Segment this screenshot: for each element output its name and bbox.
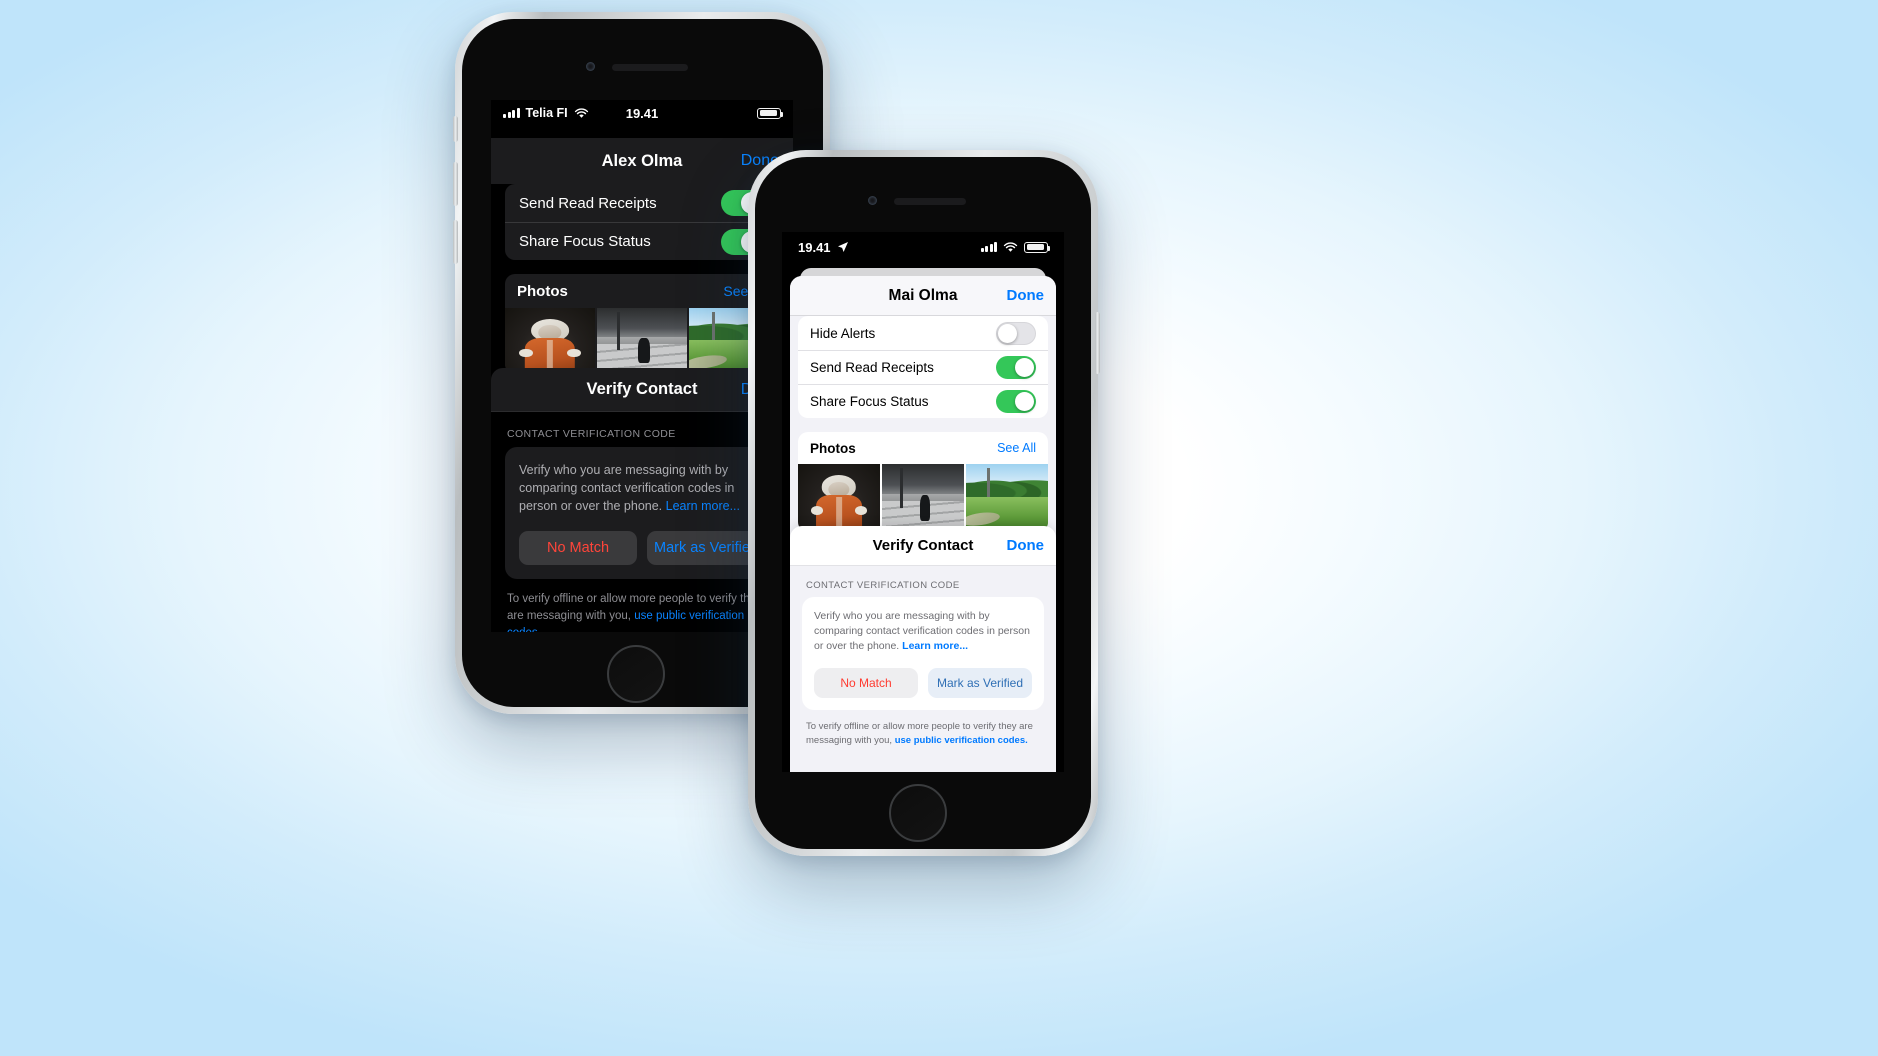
scene-background: Telia FI 19.41 Alex Olma Done Send Read … <box>0 0 1878 1056</box>
front-sheet-navbar: Verify Contact Done <box>790 526 1056 566</box>
front-see-all-button[interactable]: See All <box>997 441 1036 455</box>
back-phone-mute-switch[interactable] <box>453 116 458 142</box>
send-read-receipts-toggle[interactable] <box>996 356 1036 379</box>
back-phone-front-camera <box>586 62 595 71</box>
front-phone-front-camera <box>868 196 877 205</box>
front-verification-actions: No Match Mark as Verified <box>814 667 1032 698</box>
front-row-label: Hide Alerts <box>810 325 876 341</box>
photo-thumbnail-stairs[interactable] <box>882 464 964 532</box>
back-phone-home-button[interactable] <box>607 645 665 703</box>
mark-as-verified-button[interactable]: Mark as Verified <box>928 667 1032 698</box>
learn-more-link[interactable]: Learn more... <box>902 640 968 652</box>
photo-thumbnail-stairs[interactable] <box>597 308 687 374</box>
front-public-codes-footnote: To verify offline or allow more people t… <box>806 720 1033 746</box>
back-navbar: Alex Olma Done <box>491 138 793 184</box>
back-verification-actions: No Match Mark as Verified <box>519 531 765 566</box>
front-row-hide-alerts[interactable]: Hide Alerts <box>798 316 1048 350</box>
front-status-bar: 19.41 <box>782 232 1064 262</box>
front-photos-section: Photos See All <box>798 432 1048 532</box>
front-row-label: Send Read Receipts <box>810 360 934 375</box>
front-sheet-body: CONTACT VERIFICATION CODE Verify who you… <box>790 566 1056 772</box>
cellular-bars-icon <box>980 242 997 252</box>
front-phone-power-button[interactable] <box>1095 312 1100 374</box>
status-bar-time: 19.41 <box>798 239 831 255</box>
back-photos-header: Photos See All <box>505 274 779 308</box>
back-row-label: Send Read Receipts <box>519 194 657 212</box>
front-photos-header: Photos See All <box>798 432 1048 464</box>
no-match-button[interactable]: No Match <box>519 531 637 566</box>
back-verification-description: Verify who you are messaging with by com… <box>519 463 740 514</box>
battery-icon <box>1024 241 1050 253</box>
battery-icon <box>757 107 783 119</box>
back-photos-title: Photos <box>517 282 568 300</box>
back-phone-volume-up-button[interactable] <box>453 162 458 206</box>
back-contact-name-title: Alex Olma <box>601 151 683 170</box>
photo-thumbnail-hamster[interactable] <box>505 308 595 374</box>
location-arrow-icon <box>837 242 848 252</box>
back-settings-group: Send Read Receipts Share Focus Status <box>505 184 779 260</box>
back-photo-strip <box>505 308 779 374</box>
no-match-button[interactable]: No Match <box>814 667 918 698</box>
hide-alerts-toggle[interactable] <box>996 321 1036 345</box>
public-verification-codes-link[interactable]: use public verification codes. <box>895 735 1028 746</box>
back-status-bar: Telia FI 19.41 <box>491 100 793 126</box>
front-verify-contact-sheet: Verify Contact Done CONTACT VERIFICATION… <box>790 526 1056 772</box>
front-photo-strip <box>798 464 1048 532</box>
back-row-label: Share Focus Status <box>519 233 651 250</box>
back-sheet-title: Verify Contact <box>586 380 698 398</box>
front-verification-description: Verify who you are messaging with by com… <box>814 610 1030 653</box>
front-row-label: Share Focus Status <box>810 394 929 409</box>
front-sheet-title: Verify Contact <box>872 537 974 554</box>
front-phone-earpiece-speaker <box>894 198 966 205</box>
status-bar-time: 19.41 <box>625 105 659 121</box>
front-sheet-done-button[interactable]: Done <box>1007 537 1045 554</box>
front-settings-group: Hide Alerts Send Read Receipts Share Foc… <box>798 316 1048 418</box>
back-row-send-read-receipts[interactable]: Send Read Receipts <box>505 184 779 222</box>
photo-thumbnail-hamster[interactable] <box>798 464 880 532</box>
front-contact-name-title: Mai Olma <box>888 286 958 304</box>
back-photos-section: Photos See All <box>505 274 779 374</box>
front-phone-screen: 19.41 Mai Olma Done Hide Alerts Send Rea… <box>782 232 1064 772</box>
front-phone-device: 19.41 Mai Olma Done Hide Alerts Send Rea… <box>748 150 1100 856</box>
back-phone-earpiece-speaker <box>612 64 688 71</box>
front-content-container: Mai Olma Done Hide Alerts Send Read Rece… <box>790 276 1056 772</box>
front-photos-title: Photos <box>810 440 856 456</box>
front-navbar: Mai Olma Done <box>790 276 1056 316</box>
share-focus-status-toggle[interactable] <box>996 390 1036 413</box>
front-verification-card: Verify who you are messaging with by com… <box>802 597 1044 710</box>
photo-thumbnail-meadow[interactable] <box>966 464 1048 532</box>
back-verification-card: Verify who you are messaging with by com… <box>505 447 779 580</box>
front-row-send-read-receipts[interactable]: Send Read Receipts <box>798 350 1048 384</box>
back-phone-volume-down-button[interactable] <box>453 220 458 264</box>
front-row-share-focus-status[interactable]: Share Focus Status <box>798 384 1048 418</box>
front-section-header: CONTACT VERIFICATION CODE <box>806 580 960 591</box>
learn-more-link[interactable]: Learn more... <box>666 499 740 513</box>
back-row-share-focus-status[interactable]: Share Focus Status <box>505 222 779 260</box>
wifi-icon <box>1003 241 1018 252</box>
front-navbar-done-button[interactable]: Done <box>1007 287 1045 304</box>
front-phone-home-button[interactable] <box>889 784 947 842</box>
